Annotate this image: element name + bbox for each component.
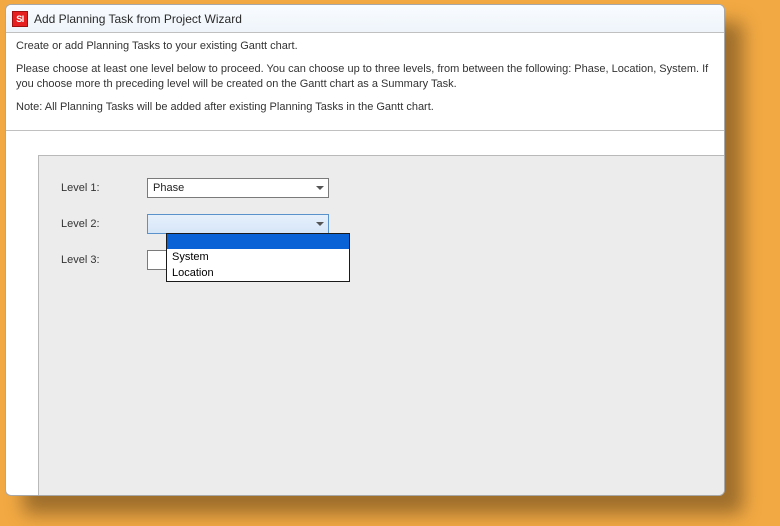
- intro-line-2: Please choose at least one level below t…: [16, 62, 714, 92]
- dropdown-option-location[interactable]: Location: [167, 265, 349, 281]
- row-level-2: Level 2:: [39, 214, 724, 234]
- combo-level-1[interactable]: Phase: [147, 178, 329, 198]
- row-level-1: Level 1: Phase: [39, 178, 724, 198]
- form-panel: Level 1: Phase Level 2: Level 3: System …: [38, 155, 724, 495]
- label-level-2: Level 2:: [39, 218, 147, 230]
- combo-level-2[interactable]: [147, 214, 329, 234]
- intro-panel: Create or add Planning Tasks to your exi…: [6, 33, 724, 131]
- dropdown-option-system[interactable]: System: [167, 249, 349, 265]
- titlebar: SI Add Planning Task from Project Wizard: [6, 5, 724, 33]
- chevron-down-icon: [316, 220, 324, 228]
- wizard-window: SI Add Planning Task from Project Wizard…: [5, 4, 725, 496]
- label-level-1: Level 1:: [39, 182, 147, 194]
- label-level-3: Level 3:: [39, 254, 147, 266]
- combo-level-1-value: Phase: [153, 182, 184, 194]
- chevron-down-icon: [316, 184, 324, 192]
- row-level-3: Level 3:: [39, 250, 724, 270]
- dropdown-option-blank[interactable]: [167, 234, 349, 249]
- intro-line-1: Create or add Planning Tasks to your exi…: [16, 39, 714, 54]
- window-title: Add Planning Task from Project Wizard: [34, 12, 242, 26]
- combo-level-2-dropdown[interactable]: System Location: [166, 233, 350, 282]
- intro-line-3: Note: All Planning Tasks will be added a…: [16, 100, 714, 115]
- app-icon: SI: [12, 11, 28, 27]
